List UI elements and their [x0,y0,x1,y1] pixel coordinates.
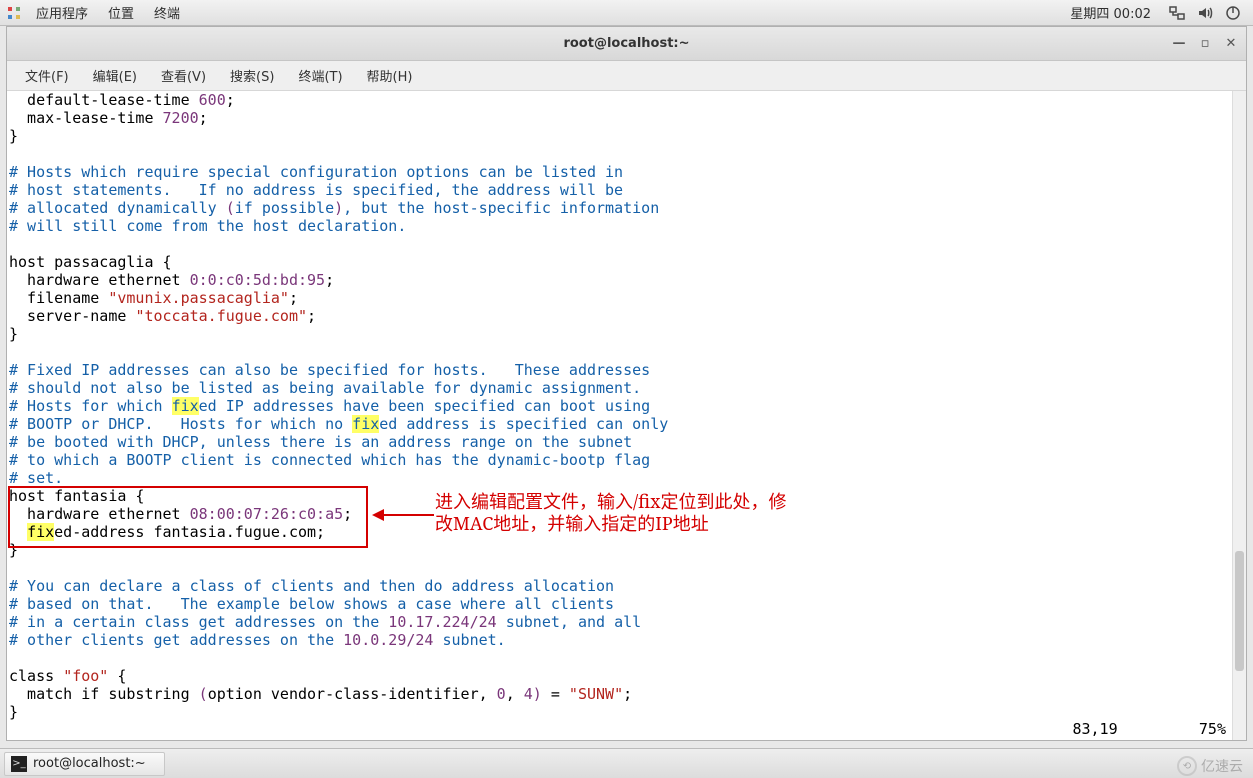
annotation-arrow [372,509,434,521]
system-taskbar: >_ root@localhost:~ [0,748,1253,778]
network-icon[interactable] [1168,4,1186,22]
clock[interactable]: 星期四 00:02 [1070,3,1151,22]
terminal-icon: >_ [11,756,27,772]
window-minimize-button[interactable]: — [1170,34,1188,52]
menu-edit[interactable]: 编辑(E) [83,64,147,87]
menu-search[interactable]: 搜索(S) [220,64,284,87]
taskbar-item-terminal[interactable]: >_ root@localhost:~ [4,752,165,776]
annotation-highlight-box [8,486,368,548]
apps-menu-icon [6,5,22,21]
system-top-panel: 应用程序 位置 终端 星期四 00:02 [0,0,1253,26]
menu-view[interactable]: 查看(V) [151,64,216,87]
menu-terminal[interactable]: 终端(T) [288,64,352,87]
watermark-icon: ⟲ [1177,756,1197,776]
window-maximize-button[interactable]: ▫ [1196,34,1214,52]
watermark: ⟲ 亿速云 [1177,756,1243,776]
terminal-content[interactable]: default-lease-time 600; max-lease-time 7… [7,91,1232,740]
apps-menu[interactable]: 应用程序 [26,3,98,22]
taskbar-item-label: root@localhost:~ [33,756,146,771]
app-menubar: 文件(F) 编辑(E) 查看(V) 搜索(S) 终端(T) 帮助(H) [7,61,1246,91]
power-icon[interactable] [1224,4,1242,22]
scrollbar-thumb[interactable] [1235,551,1244,671]
vim-status-line: 83,19 75% [1072,720,1226,738]
terminal-menu[interactable]: 终端 [144,3,190,22]
menu-file[interactable]: 文件(F) [15,64,79,87]
menu-help[interactable]: 帮助(H) [357,64,423,87]
volume-icon[interactable] [1196,4,1214,22]
terminal-window: root@localhost:~ — ▫ ✕ 文件(F) 编辑(E) 查看(V)… [6,26,1247,741]
terminal-scrollbar[interactable] [1232,91,1246,740]
window-title: root@localhost:~ [563,36,689,51]
annotation-text: 进入编辑配置文件，输入/fix定位到此处，修改MAC地址，并输入指定的IP地址 [435,491,787,535]
watermark-text: 亿速云 [1201,756,1243,776]
places-menu[interactable]: 位置 [98,3,144,22]
window-titlebar[interactable]: root@localhost:~ — ▫ ✕ [7,27,1246,61]
window-close-button[interactable]: ✕ [1222,34,1240,52]
